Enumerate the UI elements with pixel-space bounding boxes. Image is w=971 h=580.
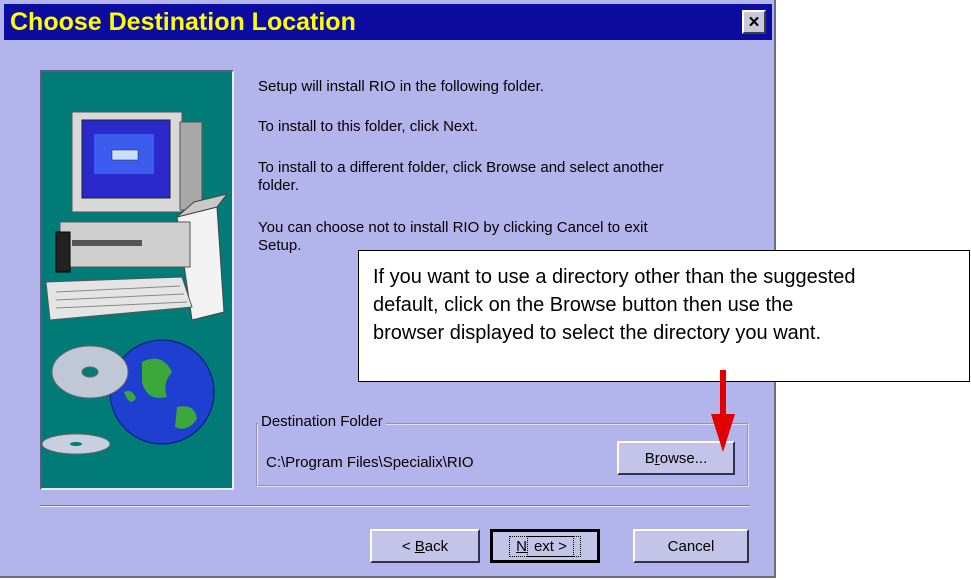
back-button[interactable]: < Back — [370, 529, 480, 563]
callout-line-3: browser displayed to select the director… — [373, 322, 821, 344]
browse-instruction-message-line1: To install to a different folder, click … — [258, 159, 664, 176]
close-icon: × — [748, 11, 760, 33]
next-instruction-message: To install to this folder, click Next. — [258, 118, 479, 135]
close-button[interactable]: × — [742, 10, 766, 34]
callout-line-1: If you want to use a directory other tha… — [373, 266, 856, 288]
cancel-button-label: Cancel — [667, 537, 715, 555]
separator-line — [40, 505, 750, 507]
destination-folder-label: Destination Folder — [258, 413, 386, 431]
dialog-title: Choose Destination Location — [10, 8, 356, 36]
back-button-label: < Back — [401, 537, 449, 555]
down-arrow-icon — [711, 370, 735, 452]
browse-button-label: Browse... — [644, 449, 708, 467]
next-button-label: Next > — [509, 535, 581, 557]
cancel-instruction-message-line2: Setup. — [258, 237, 302, 254]
next-button[interactable]: Next > — [490, 529, 600, 563]
setup-illustration — [40, 70, 234, 490]
callout-line-2: default, click on the Browse button then… — [373, 294, 794, 316]
cancel-instruction-message-line1: You can choose not to install RIO by cli… — [258, 219, 648, 236]
browse-instruction-message-line2: folder. — [258, 177, 299, 194]
cancel-button[interactable]: Cancel — [633, 529, 749, 563]
help-callout: If you want to use a directory other tha… — [358, 250, 970, 382]
computer-and-globe-illustration — [41, 111, 229, 455]
title-bar: Choose Destination Location × — [4, 4, 772, 40]
install-folder-message: Setup will install RIO in the following … — [258, 78, 544, 95]
callout-text: If you want to use a directory other tha… — [373, 263, 963, 347]
destination-folder-path: C:\Program Files\Specialix\RIO — [266, 454, 474, 471]
